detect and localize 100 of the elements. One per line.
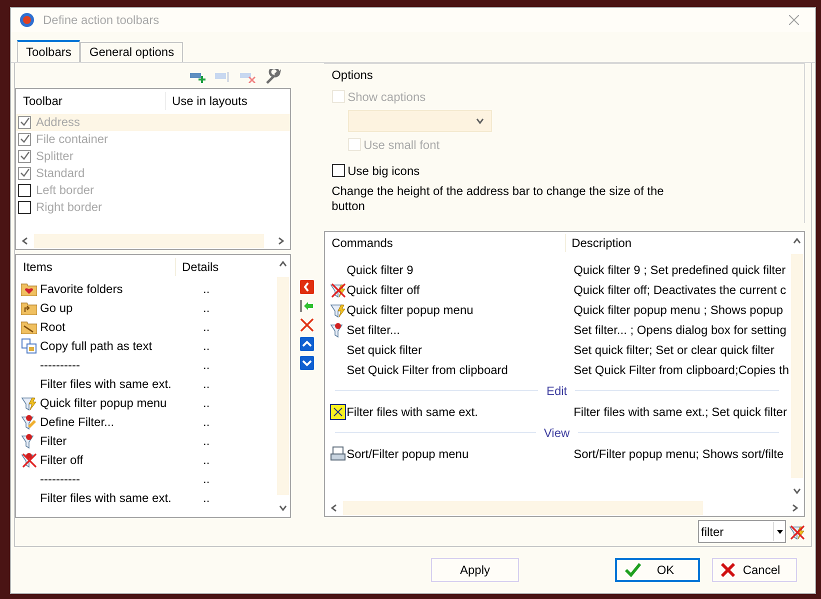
group-heading: Edit	[546, 382, 568, 400]
command-name[interactable]: Quick filter off	[346, 280, 420, 299]
item-details: ..	[202, 452, 210, 470]
item-label[interactable]: Go up	[40, 299, 73, 318]
move-up-icon[interactable]	[300, 337, 314, 352]
cancel-button[interactable]: Cancel	[712, 558, 797, 582]
folder-icon	[21, 320, 37, 334]
item-details: ..	[202, 414, 210, 432]
item-details: ..	[202, 490, 210, 508]
copy-icon	[21, 338, 37, 354]
item-label[interactable]: Quick filter popup menu	[40, 394, 167, 412]
checkbox[interactable]	[18, 116, 31, 129]
funnel-icon	[330, 282, 346, 298]
item-details: ..	[202, 376, 210, 394]
clear-filter-icon	[789, 524, 805, 540]
column-header[interactable]: Details	[176, 258, 219, 276]
insert-arrow-icon[interactable]	[300, 299, 314, 314]
check-icon	[625, 562, 641, 577]
item-label[interactable]: Filter files with same ext.	[40, 489, 172, 508]
toolbar-name: Right border	[36, 199, 102, 216]
item-label[interactable]: Filter	[40, 432, 67, 450]
item-label[interactable]: Define Filter...	[40, 413, 114, 432]
checkbox[interactable]	[18, 166, 31, 180]
scroll-left-icon[interactable]	[328, 502, 339, 513]
scroll-left-icon[interactable]	[20, 236, 30, 246]
folder-icon	[21, 301, 37, 316]
scroll-up-icon[interactable]	[278, 258, 288, 269]
command-name[interactable]: Filter files with same ext.	[346, 402, 478, 421]
command-name[interactable]: Set Quick Filter from clipboard	[346, 360, 508, 379]
command-name[interactable]: Quick filter popup menu	[346, 300, 474, 319]
item-label[interactable]: Copy full path as text	[40, 337, 152, 356]
wrench-icon[interactable]	[265, 68, 282, 85]
folder-icon	[21, 282, 37, 296]
funnel-icon	[330, 302, 346, 318]
add-toolbar-icon[interactable]	[190, 70, 206, 83]
close-icon[interactable]	[789, 14, 799, 25]
dropdown-arrow-icon[interactable]	[776, 530, 782, 534]
delete-icon[interactable]	[300, 318, 314, 332]
command-description: Set filter... ; Opens dialog box for setting	[572, 322, 786, 339]
item-details: ..	[202, 357, 210, 374]
scroll-down-icon[interactable]	[278, 502, 288, 513]
item-label[interactable]: Root	[40, 318, 66, 336]
scroll-right-icon[interactable]	[790, 502, 800, 513]
command-description: Filter files with same ext.; Set quick filter	[572, 404, 787, 421]
toolbar-name: Address	[36, 114, 80, 132]
toolbar-name: Standard	[36, 165, 85, 182]
item-label[interactable]: ----------	[40, 356, 80, 374]
command-description: Quick filter 9 ; Set predefined quick filter	[572, 262, 786, 279]
app-icon	[19, 12, 35, 28]
funnel-icon	[21, 395, 37, 412]
move-left-icon[interactable]	[300, 280, 314, 294]
hint-text: Change the height of the address bar to change the size of the button	[332, 184, 665, 214]
checkbox-label: Show captions	[348, 88, 426, 106]
item-details: ..	[202, 300, 210, 318]
item-label[interactable]: Filter off	[40, 451, 84, 470]
command-name[interactable]: Sort/Filter popup menu	[346, 444, 469, 463]
checkbox[interactable]	[18, 184, 31, 197]
cross-box-icon	[330, 404, 346, 420]
command-description: Set quick filter; Set or clear quick filter	[572, 342, 774, 359]
checkbox-label: Use small font	[364, 136, 440, 154]
checkbox[interactable]	[18, 200, 31, 214]
checkbox[interactable]	[18, 150, 31, 163]
delete-toolbar-icon[interactable]	[240, 70, 256, 83]
scroll-down-icon[interactable]	[792, 486, 802, 496]
command-name[interactable]: Set filter...	[346, 320, 400, 339]
command-description: Sort/Filter popup menu; Shows sort/filte	[572, 446, 784, 463]
group-heading: View	[544, 424, 570, 442]
toolbar-name: Left border	[36, 182, 94, 200]
command-description: Quick filter popup menu ; Shows popup	[572, 302, 784, 319]
column-header[interactable]: Items	[16, 258, 176, 276]
command-name[interactable]: Set quick filter	[346, 340, 422, 359]
column-header[interactable]: Description	[566, 234, 632, 252]
checkbox[interactable]	[18, 132, 31, 146]
column-header[interactable]: Commands	[324, 234, 566, 252]
item-details: ..	[202, 395, 210, 412]
item-details: ..	[202, 338, 210, 356]
printer-icon	[330, 446, 346, 462]
close-icon	[721, 562, 735, 577]
filter-combobox[interactable]: filter	[698, 520, 786, 544]
scroll-right-icon[interactable]	[276, 236, 286, 246]
scroll-up-icon[interactable]	[792, 236, 802, 246]
item-label[interactable]: ----------	[40, 470, 80, 488]
column-header[interactable]: Use in layouts	[166, 92, 248, 110]
options-title: Options	[332, 66, 374, 84]
checkbox[interactable]	[332, 164, 345, 178]
column-header[interactable]: Toolbar	[16, 92, 166, 110]
apply-button[interactable]: Apply	[431, 558, 519, 582]
item-label[interactable]: Filter files with same ext.	[40, 375, 172, 394]
item-details: ..	[202, 471, 210, 488]
tab[interactable]: Toolbars	[17, 40, 80, 62]
item-details: ..	[202, 319, 210, 336]
funnel-icon	[21, 414, 37, 430]
command-description: Quick filter off; Deactivates the current c	[572, 282, 786, 299]
toolbar-name: File container	[36, 131, 108, 148]
item-label[interactable]: Favorite folders	[40, 280, 123, 298]
tab[interactable]: General options	[80, 42, 184, 62]
item-details: ..	[202, 433, 210, 450]
ok-button[interactable]: OK	[615, 558, 700, 582]
command-name[interactable]: Quick filter 9	[346, 260, 414, 279]
move-down-icon[interactable]	[300, 356, 314, 370]
